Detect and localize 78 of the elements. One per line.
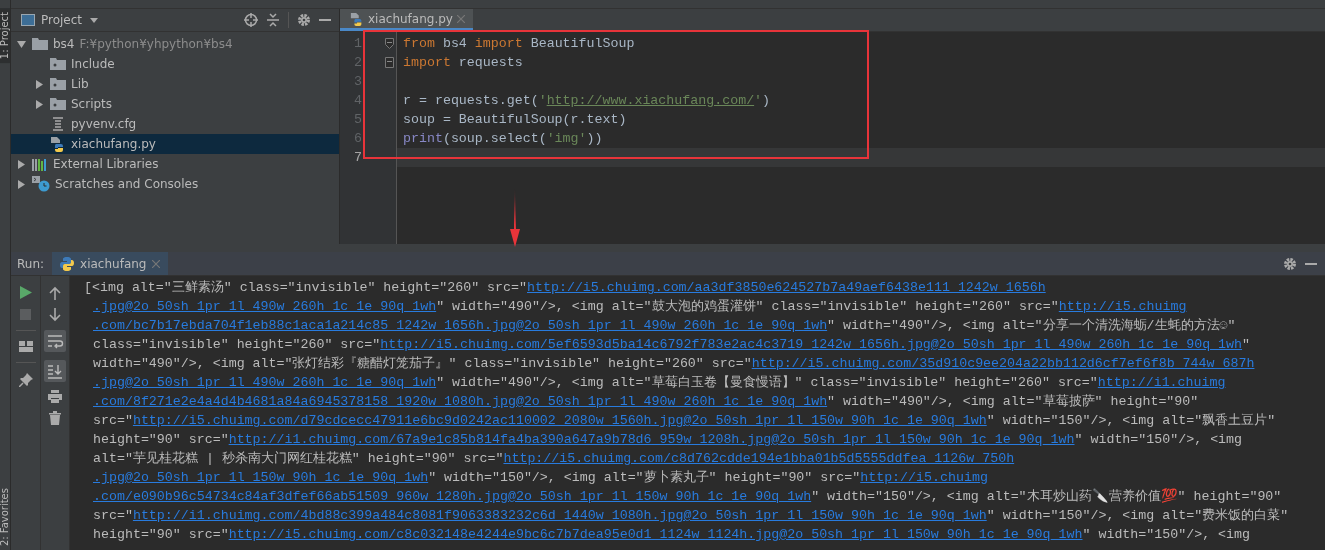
collapse-all-icon[interactable] — [266, 13, 280, 27]
console-line: height="90" src="http://i5.chuimg.com/c8c032148e4244e9bc6c7b7dea95e0d1_1124w_1124h.jpg@2o_50sh_1pr_1l_150w_90h_1c_1e_90q_1wh" width="150"/>, <img — [92, 526, 1252, 544]
text-file-icon — [50, 117, 66, 131]
tree-item[interactable]: bs4 F:¥python¥yhpython¥bs4 — [11, 34, 339, 54]
output-link[interactable]: http://i5.chuimg.com/35d910c9ee204a22bb112d6cf7ef6f8b_744w_687h — [751, 356, 1255, 371]
layout-icon[interactable] — [18, 341, 33, 352]
output-link[interactable]: http://i5.chuimg — [1058, 299, 1187, 314]
tree-item[interactable]: pyvenv.cfg — [11, 114, 339, 134]
scroll-to-end-icon[interactable] — [44, 360, 66, 382]
tree-item[interactable]: Lib — [11, 74, 339, 94]
run-icon[interactable] — [19, 286, 32, 299]
line-number: 7 — [353, 149, 362, 167]
pin-icon[interactable] — [18, 373, 33, 387]
output-link[interactable]: http://i5.chuimg.com/d79cdcecc47911e6bc9d0242ac110002_2080w_1560h.jpg@2o_50sh_1pr_1l_150w_90h_1c_1e_90q_1wh — [132, 413, 987, 428]
up-arrow-icon[interactable] — [49, 286, 61, 300]
output-link[interactable]: http://i5.chuimg.com/c8c032148e4244e9bc6c7b7dea95e0d1_1124w_1124h.jpg@2o_50sh_1pr_1l_150w_90h_1c_1e_90q_1wh — [228, 527, 1083, 542]
settings-icon[interactable] — [297, 13, 311, 27]
output-link[interactable]: .com/8f271e2e4a4d4b4681a84a6945378158_1920w_1080h.jpg@2o_50sh_1pr_1l_490w_260h_1c_1e_90q_1wh — [93, 394, 828, 409]
output-link[interactable]: .jpg@2o_50sh_1pr_1l_490w_260h_1c_1e_90q_1wh — [93, 375, 437, 390]
console-line: .jpg@2o_50sh_1pr_1l_490w_260h_1c_1e_90q_1wh" width="490"/>, <img alt="草莓白玉卷【曼食慢语】" class="invisible" height="260" src="http://i1.chuimg — [92, 374, 1227, 392]
dropdown-caret-icon[interactable] — [90, 17, 99, 23]
console-line: width="490"/>, <img alt="张灯结彩『糖醋灯笼茄子』" class="invisible" height="260" src="http://i5.chuimg.com/35d910c9ee204a22bb112d6cf7ef6f8b_744w_687h — [92, 355, 1256, 373]
down-arrow-icon[interactable] — [49, 308, 61, 322]
output-link[interactable]: http://i5.chuimg.com/c8d762cdde194e1bba01b5d5555ddfea_1126w_750h — [503, 451, 1015, 466]
run-label: Run: — [17, 256, 45, 271]
tree-item[interactable]: External Libraries — [11, 154, 339, 174]
run-tab[interactable]: xiachufang — [52, 252, 169, 275]
package-folder-icon — [50, 98, 66, 110]
scratch-console-icon — [32, 176, 50, 192]
tree-item[interactable]: Scratches and Consoles — [11, 174, 339, 194]
package-folder-icon — [50, 78, 66, 90]
package-folder-icon — [50, 58, 66, 70]
soft-wrap-icon[interactable] — [44, 330, 66, 352]
output-link[interactable]: .jpg@2o_50sh_1pr_1l_490w_260h_1c_1e_90q_1wh — [93, 299, 437, 314]
target-icon[interactable] — [244, 13, 258, 27]
fold-marker-icon[interactable] — [385, 38, 394, 49]
panel-icon — [21, 14, 35, 26]
output-link[interactable]: http://i5.chuimg.com/5ef6593d5ba14c6792f783e2ac4c3719_1242w_1656h.jpg@2o_50sh_1pr_1l_490w_260h_1c_1e_90q_1wh — [380, 337, 1243, 352]
output-link[interactable]: http://i1.chuimg — [1097, 375, 1226, 390]
code-line: soup = BeautifulSoup(r.text) — [403, 112, 627, 127]
print-icon[interactable] — [48, 390, 62, 403]
tree-item[interactable]: Include — [11, 54, 339, 74]
panel-title[interactable]: Project — [41, 13, 83, 27]
python-file-icon — [350, 11, 364, 26]
console-line: .com/e090b96c54734c84af3dfef66ab51509_960w_1280h.jpg@2o_50sh_1pr_1l_150w_90h_1c_1e_90q_1wh" width="150"/>, <img alt="木耳炒山药🔪营养价值💯" height="90" — [92, 487, 1283, 506]
output-link[interactable]: http://i5.chuimg.com/aa3df3850e624527b7a49aef6438e111_1242w_1656h — [527, 280, 1046, 295]
code-line: print(soup.select('img')) — [403, 131, 603, 146]
output-link[interactable]: http://i5.chuimg — [860, 470, 988, 485]
console-line: alt="芋见桂花糕 | 秒杀南大门网红桂花糕" height="90" src="http://i5.chuimg.com/c8d762cdde194e1bba01b5d5555ddfea_1126w_750h — [92, 450, 1016, 468]
code-line: import requests — [403, 55, 523, 70]
console-line: src="http://i1.chuimg.com/4bd88c399a484c8081f9063383232c6d_1440w_1080h.jpg@2o_50sh_1pr_1l_150w_90h_1c_1e_90q_1wh" width="150"/>, <img alt="费米饭的白菜" — [92, 507, 1290, 525]
expanded-arrow-icon[interactable] — [17, 39, 26, 49]
console-line: .com/8f271e2e4a4d4b4681a84a6945378158_1920w_1080h.jpg@2o_50sh_1pr_1l_490w_260h_1c_1e_90q_1wh" width="490"/>, <img alt="草莓披萨" height="90" — [92, 393, 1200, 411]
folder-icon — [32, 38, 48, 50]
tree-item[interactable]: Scripts — [11, 94, 339, 114]
console-line: .jpg@2o_50sh_1pr_1l_490w_260h_1c_1e_90q_1wh" width="490"/>, <img alt="鼓大泡的鸡蛋灌饼" class="invisible" height="260" src="http://i5.chuimg — [92, 298, 1188, 316]
code-line: from bs4 import BeautifulSoup — [403, 36, 635, 51]
python-file-icon — [50, 136, 66, 152]
settings-icon[interactable] — [1283, 256, 1297, 271]
code-link[interactable]: http://www.xiachufang.com/ — [546, 93, 755, 108]
code-line: r = requests.get('http://www.xiachufang.com/') — [403, 93, 771, 108]
console-line: [<img alt="三鲜素汤" class="invisible" height="260" src="http://i5.chuimg.com/aa3df3850e624527b7a49aef6438e111_1242w_1656h — [84, 279, 1047, 297]
output-link[interactable]: .jpg@2o_50sh_1pr_1l_150w_90h_1c_1e_90q_1wh — [93, 470, 429, 485]
console-line: .com/bc7b17ebda704f1eb88c1aca1a214c85_1242w_1656h.jpg@2o_50sh_1pr_1l_490w_260h_1c_1e_90q_1wh" width="490"/>, <img alt="分享一个清洗海蛎/生蚝的方法☺" — [92, 317, 1237, 335]
console-line: src="http://i5.chuimg.com/d79cdcecc47911e6bc9d0242ac110002_2080w_1560h.jpg@2o_50sh_1pr_1l_150w_90h_1c_1e_90q_1wh" width="150"/>, <img alt="飘香土豆片" — [92, 412, 1277, 430]
output-link[interactable]: http://i1.chuimg.com/4bd88c399a484c8081f9063383232c6d_1440w_1080h.jpg@2o_50sh_1pr_1l_150w_90h_1c_1e_90q_1wh — [132, 508, 987, 523]
console-line: class="invisible" height="260" src="http://i5.chuimg.com/5ef6593d5ba14c6792f783e2ac4c3719_1242w_1656h.jpg@2o_50sh_1pr_1l_490w_260h_1c_1e_90q_1wh" — [92, 336, 1252, 354]
tree-item[interactable]: xiachufang.py — [11, 134, 339, 154]
console-line: .jpg@2o_50sh_1pr_1l_150w_90h_1c_1e_90q_1wh" width="150"/>, <img alt="萝卜素丸子" height="90" src="http://i5.chuimg — [92, 469, 989, 487]
library-icon — [32, 157, 48, 171]
output-link[interactable]: .com/bc7b17ebda704f1eb88c1aca1a214c85_1242w_1656h.jpg@2o_50sh_1pr_1l_490w_260h_1c_1e_90q_1wh — [93, 318, 828, 333]
trash-icon[interactable] — [49, 411, 61, 425]
output-link[interactable]: .com/e090b96c54734c84af3dfef66ab51509_960w_1280h.jpg@2o_50sh_1pr_1l_150w_90h_1c_1e_90q_1wh — [93, 489, 812, 504]
console-line: height="90" src="http://i1.chuimg.com/67a9e1c85b814fa4ba390a647a9b78d6_959w_1208h.jpg@2o_50sh_1pr_1l_150w_90h_1c_1e_90q_1wh" width="150"/>, <img — [92, 431, 1244, 449]
python-logo-icon — [60, 256, 75, 271]
output-link[interactable]: http://i1.chuimg.com/67a9e1c85b814fa4ba390a647a9b78d6_959w_1208h.jpg@2o_50sh_1pr_1l_150w_90h_1c_1e_90q_1wh — [228, 432, 1075, 447]
editor-tab[interactable]: xiachufang.py — [340, 9, 473, 31]
fold-marker-icon[interactable] — [385, 57, 394, 68]
